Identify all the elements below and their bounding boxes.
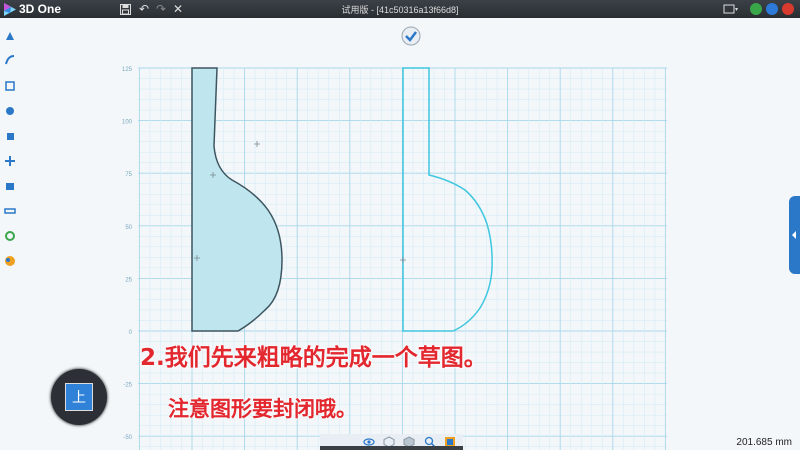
y-axis-tick-label: 25 (125, 277, 132, 283)
sketch-icon[interactable] (4, 54, 16, 66)
confirm-sketch-button[interactable] (401, 26, 421, 46)
scale-readout: 201.685 mm (736, 437, 792, 448)
y-axis-tick-label: -25 (123, 383, 132, 389)
check-icon (401, 26, 421, 46)
basic-edit-icon[interactable] (4, 130, 16, 142)
view-icon[interactable] (363, 436, 375, 448)
menu-icon (723, 4, 738, 14)
y-axis-tick-label: 125 (122, 67, 133, 73)
view-cube-face[interactable]: 上 (65, 383, 93, 411)
measure-icon[interactable] (4, 205, 16, 217)
fit-view-icon[interactable] (444, 436, 456, 448)
title-bar: 3D One ↶ ↷ ✕ 试用版 - [41c50316a13f66d8] (0, 0, 800, 18)
y-axis-tick-label: 50 (125, 225, 132, 231)
sketch-shape-outline (402, 67, 493, 332)
special-feature-icon[interactable] (4, 105, 16, 117)
left-toolbar (0, 18, 20, 450)
basic-solid-icon[interactable] (4, 30, 16, 42)
zoom-icon[interactable] (424, 436, 436, 448)
view-cube[interactable]: 上 (51, 369, 107, 425)
cube-wire-icon[interactable] (383, 436, 395, 448)
side-panel-toggle[interactable] (789, 196, 800, 274)
instruction-line-2: 注意图形要封闭哦。 (168, 397, 357, 421)
material-icon[interactable] (4, 255, 16, 267)
window-title: 试用版 - [41c50316a13f66d8] (341, 5, 459, 15)
sketch-grid: 125 100 75 50 25 0 -25 -50 (122, 67, 667, 450)
y-axis-tick-label: 0 (129, 330, 133, 336)
cube-solid-icon[interactable] (403, 436, 415, 448)
close-window-button[interactable] (782, 3, 794, 15)
sketch-shape-filled (191, 67, 283, 332)
sketch-canvas[interactable]: 125 100 75 50 25 0 -25 -50 (20, 18, 800, 450)
y-axis-tick-label: -50 (123, 435, 132, 441)
y-axis-tick-label: 75 (125, 172, 132, 178)
color-icon[interactable] (4, 230, 16, 242)
minimize-button[interactable] (750, 3, 762, 15)
bottom-view-bar (320, 434, 463, 450)
instruction-line-1: 2.我们先来粗略的完成一个草图。 (140, 345, 487, 371)
move-icon[interactable] (4, 155, 16, 167)
y-axis-tick-label: 100 (122, 120, 133, 126)
menu-button[interactable] (722, 1, 740, 17)
draw-curve-icon[interactable] (4, 80, 16, 92)
help-button[interactable] (766, 3, 778, 15)
combine-icon[interactable] (4, 180, 16, 192)
